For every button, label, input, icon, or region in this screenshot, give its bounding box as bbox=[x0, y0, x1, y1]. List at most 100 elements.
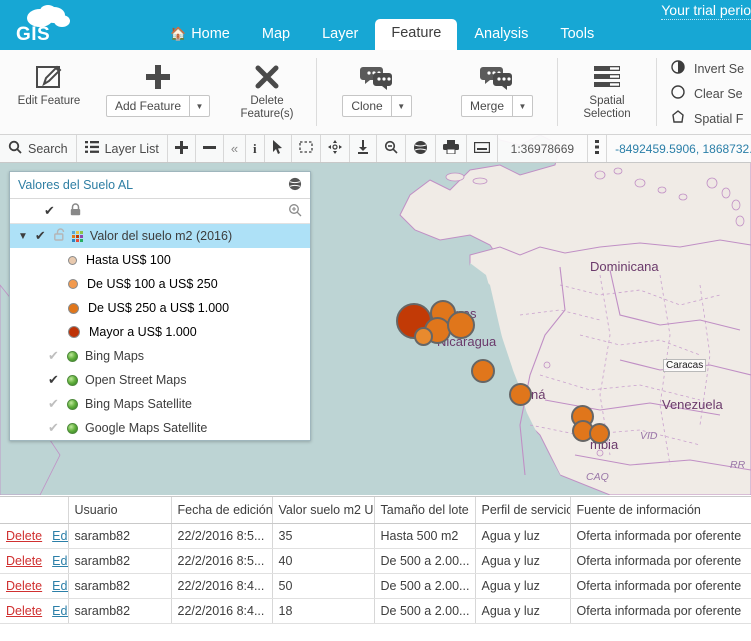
nav-item-map[interactable]: Map bbox=[247, 20, 305, 50]
measure-button[interactable] bbox=[350, 135, 377, 162]
zoom-to-layer-icon[interactable] bbox=[288, 203, 302, 220]
delete-features-button[interactable]: Delete Feature(s) bbox=[218, 50, 316, 134]
layer-list-panel: Valores del Suelo AL ✔ ▼ ✔ Valor del sue… bbox=[9, 171, 311, 441]
lock-icon[interactable] bbox=[70, 203, 81, 219]
pointer-icon bbox=[272, 140, 284, 157]
invert-selection-button[interactable]: Invert Se bbox=[671, 60, 744, 77]
zoom-out-button[interactable] bbox=[196, 135, 224, 162]
app-header: GIS 🏠 Home Map Layer Feature Analysis To… bbox=[0, 0, 751, 50]
clone-split[interactable]: Clone ▼ bbox=[342, 95, 412, 117]
table-header-fecha[interactable]: Fecha de edición bbox=[171, 497, 273, 524]
cell-perfil: Agua y luz bbox=[475, 573, 571, 599]
chevron-down-icon[interactable]: ▼ bbox=[390, 96, 411, 116]
delete-link[interactable]: Delete bbox=[6, 554, 42, 568]
globe-extent-button[interactable] bbox=[406, 135, 436, 162]
nav-item-home[interactable]: 🏠 Home bbox=[155, 20, 245, 50]
feature-marker[interactable] bbox=[471, 359, 495, 383]
unlock-icon[interactable] bbox=[54, 228, 65, 244]
legend-item: Mayor a US$ 1.000 bbox=[10, 320, 310, 344]
map-label: Dominicana bbox=[590, 259, 659, 274]
basemap-visibility-checkbox[interactable]: ✔ bbox=[48, 372, 60, 388]
delete-link[interactable]: Delete bbox=[6, 529, 42, 543]
feature-marker[interactable] bbox=[414, 327, 433, 346]
basemap-visibility-checkbox[interactable]: ✔ bbox=[48, 420, 60, 436]
more-options-button[interactable] bbox=[588, 135, 608, 162]
nav-item-tools[interactable]: Tools bbox=[545, 20, 609, 50]
legend-button[interactable] bbox=[467, 135, 498, 162]
map-toolbar: Search Layer List « i 1:36978669 -849245… bbox=[0, 135, 751, 163]
merge-split[interactable]: Merge ▼ bbox=[460, 95, 533, 117]
app-logo[interactable]: GIS bbox=[6, 2, 70, 48]
map-scale[interactable]: 1:36978669 bbox=[498, 135, 589, 162]
basemap-item-google-maps-satellite[interactable]: ✔ Google Maps Satellite bbox=[10, 416, 310, 440]
edit-feature-button[interactable]: Edit Feature bbox=[0, 50, 98, 134]
globe-icon[interactable] bbox=[288, 177, 302, 194]
basemap-visibility-checkbox[interactable]: ✔ bbox=[48, 396, 60, 412]
legend-symbol bbox=[68, 326, 80, 338]
delete-link[interactable]: Delete bbox=[6, 604, 42, 618]
trial-notice[interactable]: Your trial perio bbox=[661, 2, 751, 20]
feature-marker[interactable] bbox=[509, 383, 532, 406]
zoom-out-tool-button[interactable] bbox=[377, 135, 406, 162]
cell-fecha: 22/2/2016 8:5... bbox=[171, 523, 273, 549]
clone-button[interactable]: Clone ▼ bbox=[317, 50, 437, 134]
edit-link[interactable]: Edit bbox=[52, 554, 67, 568]
map-area[interactable]: Dominicana duras Nicaragua Caracas Venez… bbox=[0, 135, 751, 495]
select-pointer-button[interactable] bbox=[265, 135, 292, 162]
basemap-visibility-checkbox[interactable]: ✔ bbox=[48, 348, 60, 364]
nav-item-layer[interactable]: Layer bbox=[307, 20, 373, 50]
table-row[interactable]: DeleteEdit saramb82 22/2/2016 8:4... 50 … bbox=[0, 573, 751, 599]
basemap-globe-icon bbox=[67, 374, 78, 386]
table-row[interactable]: DeleteEdit saramb82 22/2/2016 8:4... 18 … bbox=[0, 598, 751, 624]
basemap-label: Google Maps Satellite bbox=[85, 421, 208, 435]
cell-usuario: saramb82 bbox=[68, 598, 172, 624]
spatial-selection-label-2: Selection bbox=[583, 108, 631, 120]
pan-button[interactable] bbox=[321, 135, 350, 162]
layer-panel-title: Valores del Suelo AL bbox=[18, 178, 134, 192]
spatial-filter-button[interactable]: Spatial F bbox=[671, 110, 744, 127]
nav-item-analysis[interactable]: Analysis bbox=[459, 20, 543, 50]
table-header-tamano[interactable]: Tamaño del lote bbox=[374, 497, 476, 524]
legend-label: Hasta US$ 100 bbox=[86, 253, 171, 267]
search-button[interactable]: Search bbox=[0, 135, 77, 162]
table-header-usuario[interactable]: Usuario bbox=[68, 497, 172, 524]
select-box-button[interactable] bbox=[292, 135, 321, 162]
legend-symbol bbox=[68, 302, 79, 314]
chevron-down-icon[interactable]: ▼ bbox=[512, 96, 532, 116]
layer-visibility-checkbox[interactable]: ✔ bbox=[35, 228, 47, 244]
layer-item-valor-del-suelo[interactable]: ▼ ✔ Valor del suelo m2 (2016) bbox=[10, 224, 310, 248]
basemap-label: Bing Maps bbox=[85, 349, 145, 363]
add-feature-button[interactable]: Add Feature ▼ bbox=[98, 50, 218, 134]
table-row[interactable]: DeleteEdit saramb82 22/2/2016 8:5... 40 … bbox=[0, 548, 751, 574]
previous-extent-button[interactable]: « bbox=[224, 135, 247, 162]
table-row[interactable]: DeleteEdit saramb82 22/2/2016 8:5... 35 … bbox=[0, 523, 751, 549]
row-actions: Delete Edit bbox=[0, 523, 69, 549]
table-header-perfil[interactable]: Perfil de servicio bbox=[475, 497, 571, 524]
merge-button[interactable]: Merge ▼ bbox=[437, 50, 557, 134]
table-header-valor[interactable]: Valor suelo m2 U bbox=[272, 497, 375, 524]
more-options-icon bbox=[595, 140, 600, 157]
edit-link[interactable]: Edit bbox=[52, 579, 67, 593]
add-feature-split[interactable]: Add Feature ▼ bbox=[105, 95, 211, 117]
basemap-item-bing-maps-satellite[interactable]: ✔ Bing Maps Satellite bbox=[10, 392, 310, 416]
table-header-fuente[interactable]: Fuente de información bbox=[570, 497, 751, 524]
identify-button[interactable]: i bbox=[246, 135, 265, 162]
layer-list-button[interactable]: Layer List bbox=[77, 135, 168, 162]
edit-link[interactable]: Edit bbox=[52, 604, 67, 618]
nav-item-feature[interactable]: Feature bbox=[375, 19, 458, 50]
map-coordinates: -8492459.5906, 1868732.4675 bbox=[615, 141, 751, 156]
clear-selection-button[interactable]: Clear Se bbox=[671, 85, 744, 102]
chevron-down-icon[interactable]: ▼ bbox=[189, 96, 209, 116]
delete-link[interactable]: Delete bbox=[6, 579, 42, 593]
basemap-item-bing-maps[interactable]: ✔ Bing Maps bbox=[10, 344, 310, 368]
edit-link[interactable]: Edit bbox=[52, 529, 67, 543]
chevron-down-icon[interactable]: ▼ bbox=[18, 231, 28, 242]
spatial-selection-button[interactable]: Spatial Selection bbox=[558, 50, 656, 134]
print-button[interactable] bbox=[436, 135, 467, 162]
feature-marker[interactable] bbox=[447, 311, 475, 339]
feature-marker[interactable] bbox=[589, 423, 610, 444]
basemap-item-open-street-maps[interactable]: ✔ Open Street Maps bbox=[10, 368, 310, 392]
zoom-in-button[interactable] bbox=[168, 135, 196, 162]
attribute-table[interactable]: Usuario Fecha de edición Valor suelo m2 … bbox=[0, 496, 751, 641]
group-visibility-checkbox[interactable]: ✔ bbox=[44, 203, 56, 219]
